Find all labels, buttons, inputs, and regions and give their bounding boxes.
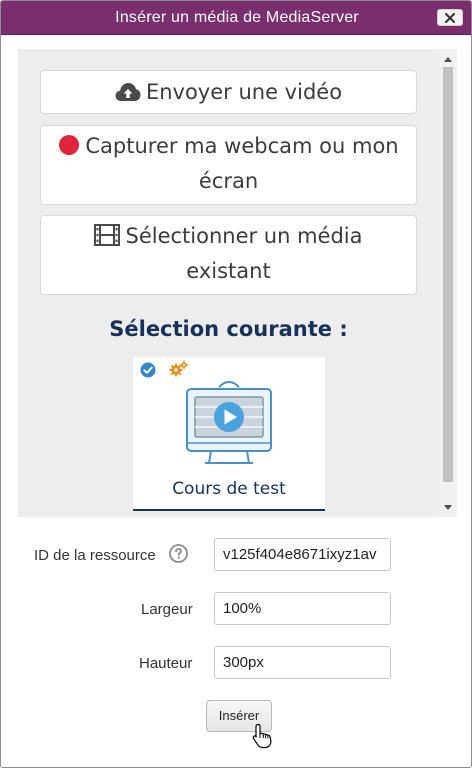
media-title: Cours de test <box>172 479 286 499</box>
selected-media-card[interactable]: Cours de test <box>133 357 325 511</box>
check-circle-icon <box>140 362 156 378</box>
film-icon <box>94 224 121 246</box>
video-monitor-icon <box>186 381 272 464</box>
resource-id-row: ID de la ressource <box>1 538 471 572</box>
upload-video-label: Envoyer une vidéo <box>145 80 343 104</box>
upload-video-button[interactable]: Envoyer une vidéo <box>40 70 417 114</box>
scrollbar-thumb[interactable] <box>443 67 453 482</box>
height-input[interactable] <box>214 646 391 679</box>
media-picker-frame: Envoyer une vidéo Capturer ma webcam ou … <box>18 49 457 517</box>
scroll-down-arrow[interactable] <box>439 499 457 515</box>
record-dot-icon <box>59 135 80 155</box>
cloud-upload-icon <box>115 83 141 101</box>
current-selection-heading: Sélection courante : <box>109 317 348 341</box>
help-circle-icon[interactable] <box>169 544 188 563</box>
close-x-icon <box>445 12 455 23</box>
select-media-button[interactable]: Sélectionner un média existant <box>40 215 417 295</box>
resource-id-input[interactable] <box>214 538 391 571</box>
width-label: Largeur <box>141 601 193 618</box>
capture-webcam-label: Capturer ma webcam ou mon écran <box>85 134 399 193</box>
chevron-up-icon <box>444 56 452 62</box>
close-button[interactable] <box>437 9 463 26</box>
resource-id-label: ID de la ressource <box>34 547 156 564</box>
chevron-down-icon <box>444 504 452 510</box>
width-input[interactable] <box>214 592 391 625</box>
width-row: Largeur <box>1 592 471 626</box>
select-media-label: Sélectionner un média existant <box>125 224 363 283</box>
dialog-title-bar[interactable]: Insérer un média de MediaServer <box>1 1 471 35</box>
scroll-up-arrow[interactable] <box>439 51 457 67</box>
scrollbar[interactable] <box>439 49 457 517</box>
media-dialog: Insérer un média de MediaServer Envoyer … <box>0 0 472 768</box>
height-row: Hauteur <box>1 646 471 680</box>
dialog-title: Insérer un média de MediaServer <box>115 9 359 26</box>
hand-pointer-icon <box>252 723 272 749</box>
gears-icon <box>169 360 189 377</box>
capture-webcam-button[interactable]: Capturer ma webcam ou mon écran <box>40 125 417 205</box>
media-picker-content: Envoyer une vidéo Capturer ma webcam ou … <box>18 49 439 517</box>
height-label: Hauteur <box>139 655 193 672</box>
